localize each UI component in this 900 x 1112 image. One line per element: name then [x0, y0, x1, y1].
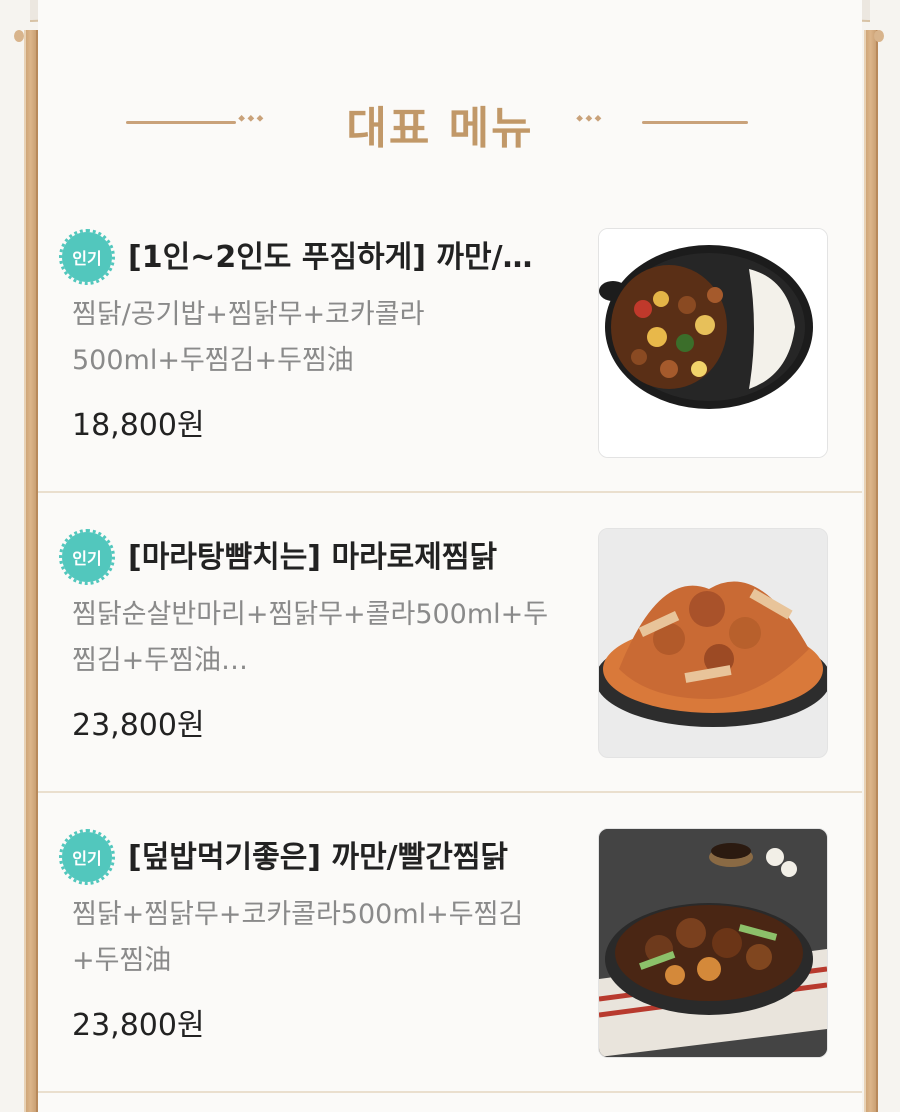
title-ornament-diamonds: ⬩⬩⬩ [576, 105, 604, 129]
item-divider [38, 1091, 862, 1093]
menu-item-description: 찜닭+찜닭무+코카콜라500ml+두찜김 +두찜油 [72, 892, 592, 988]
title-ornament-line [126, 121, 236, 124]
frame-knob [874, 30, 884, 42]
description-line: 찜김+두찜油… [72, 645, 248, 676]
black-jjimdak-rice-bowl-photo-icon [599, 229, 827, 457]
item-divider [38, 491, 862, 493]
menu-panel: ⬩⬩⬩ 대표 메뉴 ⬩⬩⬩ 인기 [1인~2인도 푸짐하게] 까만/… 찜닭/공… [38, 0, 862, 1112]
menu-item-price: 23,800원 [72, 708, 205, 743]
description-line: 찜닭+찜닭무+코카콜라500ml+두찜김 [72, 899, 524, 930]
menu-item-image[interactable] [598, 828, 828, 1058]
frame-right-border [864, 30, 878, 1112]
black-red-jjimdak-photo-icon [599, 829, 827, 1057]
menu-page: ⬩⬩⬩ 대표 메뉴 ⬩⬩⬩ 인기 [1인~2인도 푸짐하게] 까만/… 찜닭/공… [0, 0, 900, 1112]
frame-knob [14, 30, 24, 42]
menu-item-price: 18,800원 [72, 408, 205, 443]
section-title: 대표 메뉴 [346, 103, 534, 154]
menu-item[interactable]: 인기 [1인~2인도 푸짐하게] 까만/… 찜닭/공기밥+찜닭무+코카콜라 50… [38, 228, 862, 528]
menu-item-name: [덮밥먹기좋은] 까만/빨간찜닭 [128, 840, 509, 875]
popular-badge: 인기 [59, 829, 115, 885]
description-line: 찜닭순살반마리+찜닭무+콜라500ml+두 [72, 599, 549, 630]
menu-item-name: [1인~2인도 푸짐하게] 까만/… [128, 240, 533, 275]
menu-item[interactable]: 인기 [마라탕뺨치는] 마라로제찜닭 찜닭순살반마리+찜닭무+콜라500ml+두… [38, 528, 862, 828]
popular-badge: 인기 [59, 229, 115, 285]
menu-item-name: [마라탕뺨치는] 마라로제찜닭 [128, 540, 498, 575]
menu-item-description: 찜닭순살반마리+찜닭무+콜라500ml+두 찜김+두찜油… [72, 592, 592, 688]
menu-item-price: 23,800원 [72, 1008, 205, 1043]
popular-badge: 인기 [59, 529, 115, 585]
item-divider [38, 791, 862, 793]
section-header: ⬩⬩⬩ 대표 메뉴 ⬩⬩⬩ [38, 88, 862, 158]
title-ornament-diamonds: ⬩⬩⬩ [238, 105, 266, 129]
menu-item-image[interactable] [598, 528, 828, 758]
frame-left-border [24, 30, 38, 1112]
menu-item[interactable]: 인기 [덮밥먹기좋은] 까만/빨간찜닭 찜닭+찜닭무+코카콜라500ml+두찜김… [38, 828, 862, 1112]
description-line: +두찜油 [72, 945, 172, 976]
title-ornament-line [642, 121, 748, 124]
menu-item-description: 찜닭/공기밥+찜닭무+코카콜라 500ml+두찜김+두찜油 [72, 292, 592, 388]
menu-item-image[interactable] [598, 228, 828, 458]
mala-rose-jjimdak-photo-icon [599, 529, 827, 757]
description-line: 500ml+두찜김+두찜油 [72, 345, 354, 376]
description-line: 찜닭/공기밥+찜닭무+코카콜라 [72, 299, 425, 330]
